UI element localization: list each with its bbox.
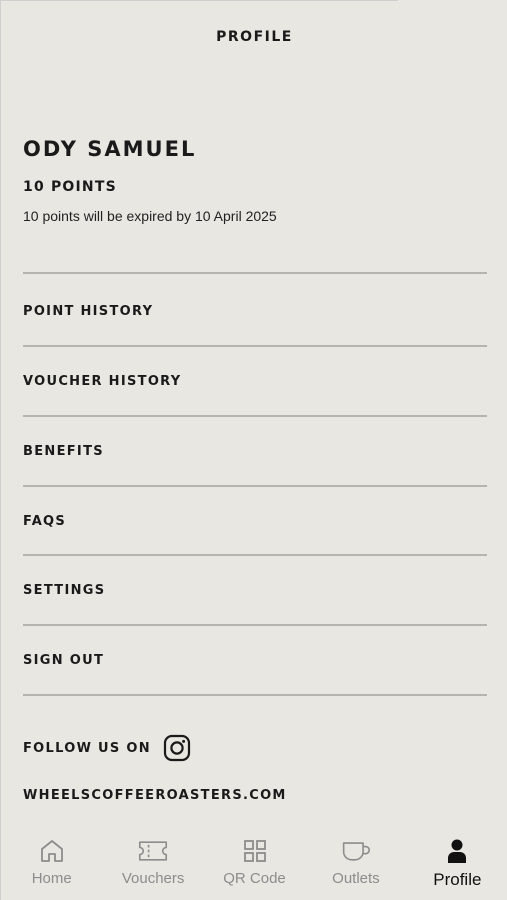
divider — [23, 694, 487, 696]
ticket-icon — [138, 836, 168, 866]
points-balance: 10 POINTS — [23, 179, 117, 195]
page-title: PROFILE — [216, 29, 293, 45]
menu-item-label: VOUCHER HISTORY — [23, 373, 182, 389]
tab-label: Home — [31, 870, 72, 887]
user-name: ODY SAMUEL — [23, 137, 197, 161]
menu-item-label: BENEFITS — [23, 443, 104, 459]
tab-label: Vouchers — [121, 870, 185, 887]
menu-item-benefits[interactable]: BENEFITS — [23, 417, 487, 485]
menu-item-label: FAQS — [23, 513, 67, 529]
tab-label: Outlets — [332, 870, 380, 887]
top-edge-line — [1, 0, 398, 1]
tab-qr-code[interactable]: QR Code — [204, 826, 305, 900]
divider — [23, 272, 487, 274]
tab-profile[interactable]: Profile — [407, 826, 507, 900]
menu-item-point-history[interactable]: POINT HISTORY — [23, 277, 487, 345]
profile-screen: PROFILE ODY SAMUEL 10 POINTS 10 points w… — [0, 0, 507, 900]
menu-item-voucher-history[interactable]: VOUCHER HISTORY — [23, 347, 487, 415]
menu-item-label: SETTINGS — [23, 582, 106, 598]
tab-vouchers[interactable]: Vouchers — [102, 826, 203, 900]
tab-home[interactable]: Home — [1, 826, 102, 900]
menu-item-settings[interactable]: SETTINGS — [23, 556, 487, 624]
cup-icon — [341, 836, 371, 866]
tab-label: Profile — [433, 870, 482, 889]
bottom-tab-bar: Home Vouchers QR Code Outlets Profile — [1, 826, 507, 900]
home-icon — [37, 836, 67, 866]
menu-item-sign-out[interactable]: SIGN OUT — [23, 626, 487, 694]
grid-icon — [240, 836, 270, 866]
menu-item-faqs[interactable]: FAQS — [23, 487, 487, 555]
website-link[interactable]: WHEELSCOFFEEROASTERS.COM — [23, 788, 287, 803]
menu-item-label: SIGN OUT — [23, 652, 105, 668]
menu-item-label: POINT HISTORY — [23, 303, 154, 319]
person-icon — [442, 836, 472, 866]
follow-us-row: FOLLOW US ON — [23, 732, 191, 764]
tab-label: QR Code — [223, 870, 286, 887]
instagram-icon[interactable] — [163, 734, 191, 762]
points-expiry-note: 10 points will be expired by 10 April 20… — [23, 208, 277, 224]
tab-outlets[interactable]: Outlets — [305, 826, 406, 900]
follow-us-label: FOLLOW US ON — [23, 740, 151, 756]
